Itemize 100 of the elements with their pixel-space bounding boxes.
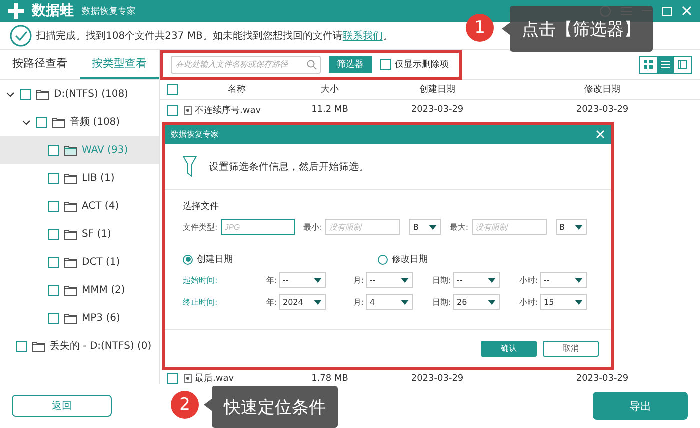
date-select[interactable]: -- — [540, 272, 587, 288]
field-label: 日期: — [432, 274, 451, 286]
tree-item[interactable]: DCT (1) — [0, 248, 159, 276]
audio-file-icon — [184, 106, 192, 114]
folder-icon — [64, 200, 77, 212]
confirm-button[interactable]: 确认 — [481, 340, 537, 356]
tree-label: WAV (93) — [82, 144, 128, 156]
date-select[interactable]: -- — [366, 272, 413, 288]
callout-pointer-icon — [502, 23, 510, 35]
scan-status-text: 扫描完成。找到108个文件共237 MB。如未能找到您想找回的文件请联系我们。 — [36, 30, 393, 42]
panel-view-icon — [678, 60, 687, 69]
step-number: 2 — [171, 391, 199, 419]
folder-icon — [64, 172, 77, 184]
close-icon[interactable] — [596, 130, 605, 139]
row-checkbox[interactable] — [166, 104, 178, 116]
size-field[interactable]: 没有限制 — [325, 219, 400, 235]
caret-icon[interactable] — [22, 118, 31, 126]
dialog-heading: 设置筛选条件信息，然后开始筛选。 — [209, 160, 369, 174]
tree-label: 丢失的 - D:(NTFS) (0) — [50, 340, 152, 353]
contact-link[interactable]: 联系我们 — [342, 30, 383, 42]
export-button[interactable]: 导出 — [593, 392, 688, 420]
column-header[interactable]: 名称 — [184, 83, 290, 96]
field-label: 年: — [266, 296, 277, 308]
step-number: 1 — [466, 14, 494, 42]
dropdown-arrow-icon — [428, 224, 437, 230]
size-field[interactable]: 没有限制 — [472, 219, 547, 235]
tree-item[interactable]: D:(NTFS) (108) — [0, 80, 159, 108]
column-header[interactable]: 修改日期 — [505, 83, 700, 96]
row-checkbox[interactable] — [166, 373, 178, 384]
cancel-button[interactable]: 取消 — [543, 340, 599, 356]
field-label: 年: — [266, 274, 277, 286]
checkbox[interactable] — [48, 312, 59, 324]
funnel-icon — [183, 156, 197, 178]
maximize-icon[interactable] — [662, 6, 672, 16]
field-label: 小时: — [519, 296, 538, 308]
view-tab[interactable]: 按路径查看 — [0, 50, 80, 79]
close-icon[interactable] — [682, 6, 692, 16]
checkbox[interactable] — [48, 228, 59, 240]
date-select[interactable]: -- — [453, 272, 500, 288]
field-label: 月: — [353, 274, 364, 286]
filter-button[interactable]: 筛选器 — [329, 56, 372, 73]
date-select[interactable]: 15 — [540, 294, 587, 310]
folder-icon — [64, 144, 77, 156]
tree-label: SF (1) — [82, 228, 112, 240]
tree-item[interactable]: LIB (1) — [0, 164, 159, 192]
folder-icon — [52, 116, 65, 128]
checkbox[interactable] — [48, 284, 59, 296]
folder-icon — [64, 284, 77, 296]
tree-item[interactable]: MMM (2) — [0, 276, 159, 304]
grid-view-icon — [644, 60, 653, 69]
checkbox[interactable] — [48, 144, 59, 156]
tree-label: D:(NTFS) (108) — [54, 88, 128, 100]
check-circle-icon — [10, 24, 32, 46]
tree-item[interactable]: SF (1) — [0, 220, 159, 248]
file-size: 11.2 MB — [310, 105, 350, 115]
date-mode-radio[interactable]: 创建日期 — [183, 253, 233, 266]
checkbox[interactable] — [36, 116, 47, 128]
modified-date: 2023-03-29 — [575, 105, 630, 115]
checkbox[interactable] — [16, 340, 27, 352]
tree-item[interactable]: MP3 (6) — [0, 304, 159, 332]
file-type-field[interactable]: JPG — [220, 219, 295, 235]
created-date: 2023-03-29 — [410, 105, 465, 115]
date-select[interactable]: 2024 — [279, 294, 326, 310]
unit-select[interactable]: B — [556, 219, 587, 235]
date-select[interactable]: -- — [279, 272, 326, 288]
tree-label: LIB (1) — [82, 172, 115, 184]
back-button[interactable]: 返回 — [12, 395, 112, 417]
dropdown-arrow-icon — [401, 300, 409, 304]
date-select[interactable]: 26 — [453, 294, 500, 310]
tree-item[interactable]: ACT (4) — [0, 192, 159, 220]
app-logo-text: 数据蛙 — [32, 2, 74, 20]
tree-item[interactable]: 丢失的 - D:(NTFS) (0) — [0, 332, 159, 360]
checkbox[interactable] — [20, 88, 31, 100]
date-select[interactable]: 4 — [366, 294, 413, 310]
list-view-icon — [661, 60, 670, 68]
view-tab[interactable]: 按类型查看 — [80, 50, 159, 79]
section-title: 选择文件 — [183, 200, 220, 213]
step-tooltip: 快速定位条件 — [212, 386, 338, 428]
dropdown-arrow-icon — [575, 300, 583, 304]
checkbox[interactable] — [48, 200, 59, 212]
file-name: 不连续序号.wav — [195, 104, 262, 116]
range-label: 起始时间: — [183, 274, 219, 286]
deleted-only-checkbox[interactable]: 仅显示删除项 — [380, 58, 449, 71]
folder-icon — [64, 256, 77, 268]
column-header[interactable]: 创建日期 — [370, 83, 505, 96]
folder-icon — [36, 88, 49, 100]
unit-select[interactable]: B — [409, 219, 441, 235]
checkbox[interactable] — [48, 172, 59, 184]
tree-item[interactable]: 音频 (108) — [0, 108, 159, 136]
view-mode-button[interactable] — [657, 56, 674, 72]
field-label: 最小: — [304, 222, 322, 232]
caret-icon[interactable] — [6, 90, 15, 98]
column-header[interactable]: 大小 — [290, 83, 370, 96]
select-all-checkbox[interactable] — [166, 84, 178, 95]
field-label: 小时: — [519, 274, 538, 286]
date-mode-radio[interactable]: 修改日期 — [378, 253, 428, 266]
dialog-title: 数据恢复专家 — [171, 129, 219, 140]
search-field[interactable]: 在此处输入文件名称或保存路径 — [171, 56, 321, 74]
checkbox[interactable] — [48, 256, 59, 268]
range-label: 终止时间: — [183, 296, 219, 308]
